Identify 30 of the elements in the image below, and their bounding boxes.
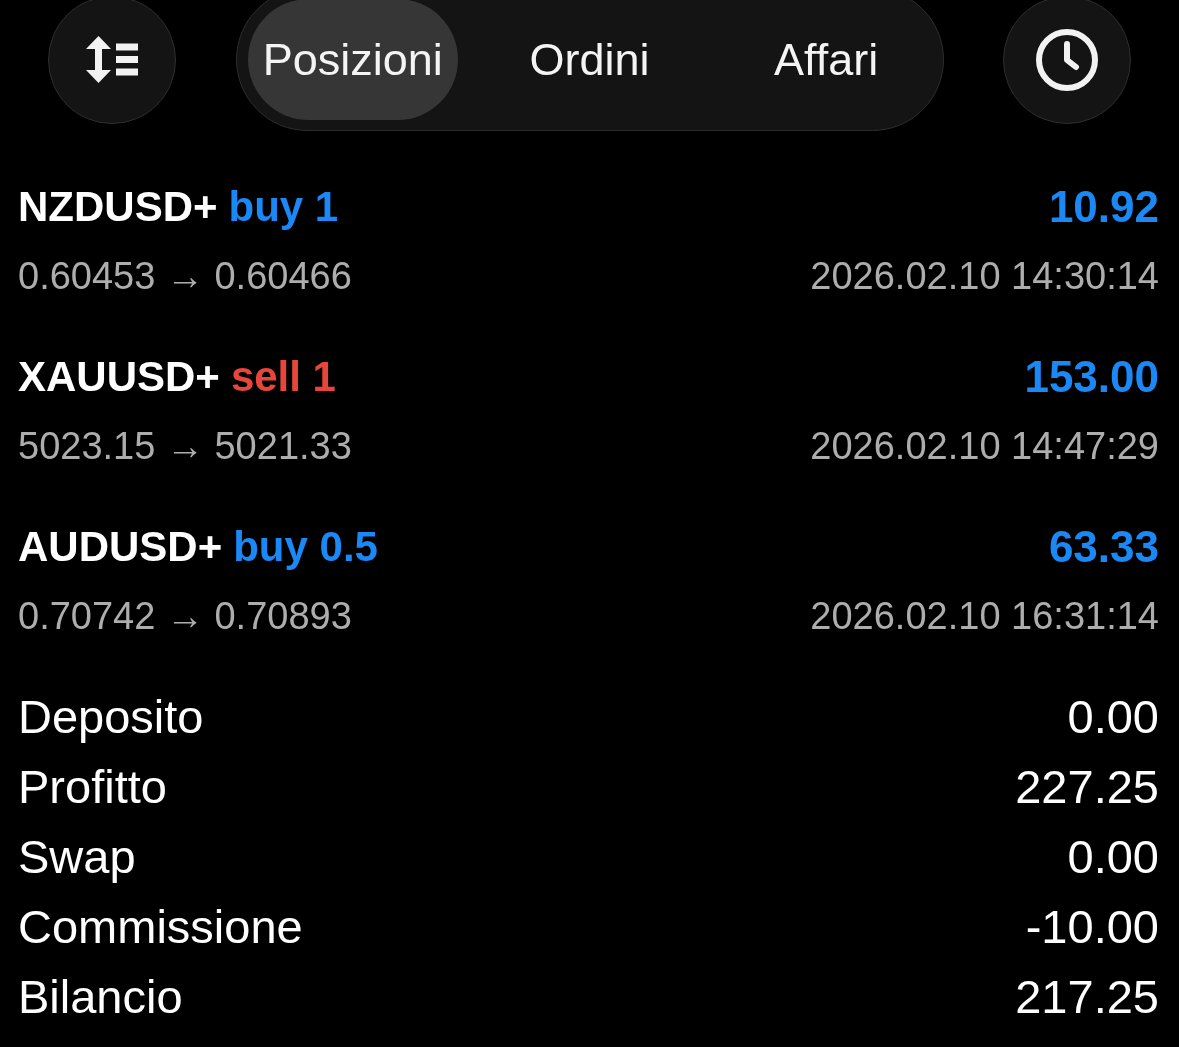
- summary-value: 227.25: [1015, 759, 1159, 815]
- trade-label: sell 1: [230, 352, 336, 402]
- profit-value: 10.92: [1048, 181, 1159, 233]
- trade-label: buy 0.5: [233, 522, 378, 572]
- profit-value: 153.00: [1024, 351, 1159, 403]
- summary-label: Bilancio: [18, 969, 183, 1025]
- summary-value: 217.25: [1015, 969, 1159, 1025]
- summary-label: Swap: [18, 829, 136, 885]
- summary-label: Commissione: [18, 899, 303, 955]
- symbol-label: NZDUSD+: [18, 182, 218, 232]
- time-text: 2026.02.10 16:31:14: [810, 594, 1159, 638]
- summary-value: 0.00: [1067, 829, 1159, 885]
- symbol-label: AUDUSD+: [18, 522, 223, 572]
- summary-label: Deposito: [18, 689, 204, 745]
- price-text: 5023.15 → 5021.33: [18, 424, 352, 468]
- price-text: 0.60453 → 0.60466: [18, 254, 352, 298]
- time-text: 2026.02.10 14:47:29: [810, 424, 1159, 468]
- price-text: 0.70742 → 0.70893: [18, 594, 352, 638]
- summary-value: -10.00: [1025, 899, 1159, 955]
- tab[interactable]: Affari: [720, 0, 932, 120]
- tab[interactable]: Posizioni: [247, 0, 459, 120]
- summary-value: 0.00: [1067, 689, 1159, 745]
- summary-label: Profitto: [18, 759, 167, 815]
- trade-label: buy 1: [228, 182, 339, 232]
- sort-icon: [86, 36, 138, 83]
- tab[interactable]: Ordini: [484, 0, 695, 120]
- profit-value: 63.33: [1048, 521, 1159, 573]
- time-text: 2026.02.10 14:30:14: [810, 254, 1159, 298]
- symbol-label: XAUUSD+: [18, 352, 220, 402]
- clock-icon: [1036, 28, 1098, 91]
